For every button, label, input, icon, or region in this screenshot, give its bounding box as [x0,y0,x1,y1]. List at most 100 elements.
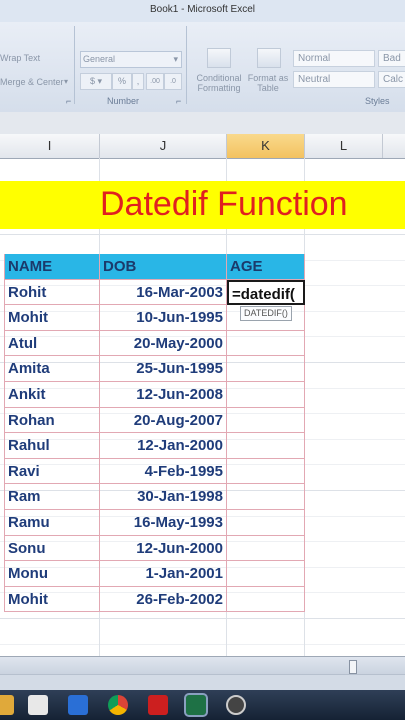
name-cell[interactable]: Ankit [4,382,100,408]
table-row: Amita 25-Jun-1995 [4,356,305,382]
dob-cell[interactable]: 10-Jun-1995 [100,305,227,331]
column-header-i[interactable]: I [0,134,100,158]
dob-cell[interactable]: 16-May-1993 [100,510,227,536]
age-cell-editing[interactable]: =datedif( [227,279,305,306]
horizontal-scrollbar[interactable] [0,656,405,675]
header-dob[interactable]: DOB [100,254,227,280]
dob-cell[interactable]: 16-Mar-2003 [100,279,227,306]
currency-button[interactable]: $ ▾ [80,73,112,90]
age-cell[interactable] [227,458,305,485]
name-cell[interactable]: Mohit [4,586,100,613]
name-cell[interactable]: Ravi [4,458,100,485]
name-cell[interactable]: Rahul [4,433,100,459]
dob-cell[interactable]: 12-Jan-2000 [100,433,227,459]
age-cell[interactable] [227,484,305,510]
table-row: Rohan 20-Aug-2007 [4,407,305,434]
name-cell[interactable]: Atul [4,330,100,357]
banner-title: Datedif Function [100,185,348,223]
dob-cell[interactable]: 20-Aug-2007 [100,407,227,434]
age-cell[interactable] [227,586,305,613]
styles-group-label: Styles [365,96,390,106]
name-cell[interactable]: Monu [4,561,100,587]
name-cell[interactable]: Amita [4,356,100,382]
formula-bar-area [0,112,405,135]
name-cell[interactable]: Mohit [4,305,100,331]
number-launcher-icon[interactable]: ⌐ [176,96,181,106]
chrome-icon[interactable] [108,695,128,715]
function-tooltip[interactable]: DATEDIF() [240,306,292,321]
column-header-l[interactable]: L [305,134,383,158]
number-format-dropdown[interactable]: General ▾ [80,51,182,68]
header-name[interactable]: NAME [4,254,100,280]
dob-cell[interactable]: 26-Feb-2002 [100,586,227,613]
acrobat-icon[interactable] [148,695,168,715]
age-cell[interactable] [227,535,305,562]
group-separator [74,26,75,104]
currency-symbol: $ [89,76,95,86]
format-as-table-icon[interactable] [257,48,281,68]
dob-cell[interactable]: 4-Feb-1995 [100,458,227,485]
table-row: Monu 1-Jan-2001 [4,561,305,587]
age-cell[interactable] [227,433,305,459]
header-age[interactable]: AGE [227,254,305,280]
table-header-row: NAME DOB AGE [4,254,305,280]
table-row: Ankit 12-Jun-2008 [4,382,305,408]
chevron-down-icon: ▾ [173,54,178,64]
wrap-text-button[interactable]: Wrap Text [0,53,40,63]
table-row: Ravi 4-Feb-1995 [4,458,305,485]
table-row: Mohit 26-Feb-2002 [4,586,305,613]
taskbar [0,690,405,720]
store-icon[interactable] [28,695,48,715]
dob-cell[interactable]: 30-Jan-1998 [100,484,227,510]
age-cell[interactable] [227,382,305,408]
window-title: Book1 - Microsoft Excel [149,4,256,15]
column-header-m[interactable] [383,134,405,158]
alignment-launcher-icon[interactable]: ⌐ [66,96,71,106]
number-format-value: General [83,54,116,64]
recorder-icon[interactable] [226,695,246,715]
style-neutral[interactable]: Neutral [293,71,375,88]
folder-icon[interactable] [0,695,14,715]
dob-cell[interactable]: 12-Jun-2008 [100,382,227,408]
style-normal[interactable]: Normal [293,50,375,67]
table-row: Ram 30-Jan-1998 [4,484,305,510]
name-cell[interactable]: Sonu [4,535,100,562]
decrease-decimal-icon[interactable]: .0 [164,73,182,90]
column-header-j[interactable]: J [100,134,227,158]
percent-button[interactable]: % [112,73,132,90]
column-header-row: I J K L [0,134,405,159]
increase-decimal-icon[interactable]: .00 [146,73,164,90]
dob-cell[interactable]: 20-May-2000 [100,330,227,357]
title-bar: Book1 - Microsoft Excel [0,0,405,22]
title-banner[interactable]: Datedif Function [0,181,405,229]
status-bar [0,674,405,691]
scroll-thumb[interactable] [349,660,357,674]
age-cell[interactable] [227,561,305,587]
column-header-k[interactable]: K [227,134,305,158]
media-icon[interactable] [68,695,88,715]
age-cell[interactable] [227,330,305,357]
age-cell[interactable] [227,356,305,382]
age-cell[interactable] [227,407,305,434]
table-row: Rohit 16-Mar-2003 =datedif( [4,279,305,306]
group-separator [186,26,187,104]
name-cell[interactable]: Ram [4,484,100,510]
table-row: Sonu 12-Jun-2000 [4,535,305,562]
table-row: Atul 20-May-2000 [4,330,305,357]
name-cell[interactable]: Rohit [4,279,100,306]
name-cell[interactable]: Rohan [4,407,100,434]
excel-icon[interactable] [184,693,208,717]
style-bad[interactable]: Bad [378,50,405,67]
conditional-formatting-icon[interactable] [207,48,231,68]
conditional-formatting-button[interactable]: Conditional Formatting [194,73,244,93]
dob-cell[interactable]: 1-Jan-2001 [100,561,227,587]
dob-cell[interactable]: 12-Jun-2000 [100,535,227,562]
style-calc[interactable]: Calc [378,71,405,88]
dob-cell[interactable]: 25-Jun-1995 [100,356,227,382]
merge-center-button[interactable]: Merge & Center [0,77,64,87]
comma-style-button[interactable]: , [132,73,144,90]
format-as-table-button[interactable]: Format as Table [246,73,290,93]
age-cell[interactable] [227,510,305,536]
merge-dropdown-icon[interactable]: ▾ [64,77,68,86]
name-cell[interactable]: Ramu [4,510,100,536]
